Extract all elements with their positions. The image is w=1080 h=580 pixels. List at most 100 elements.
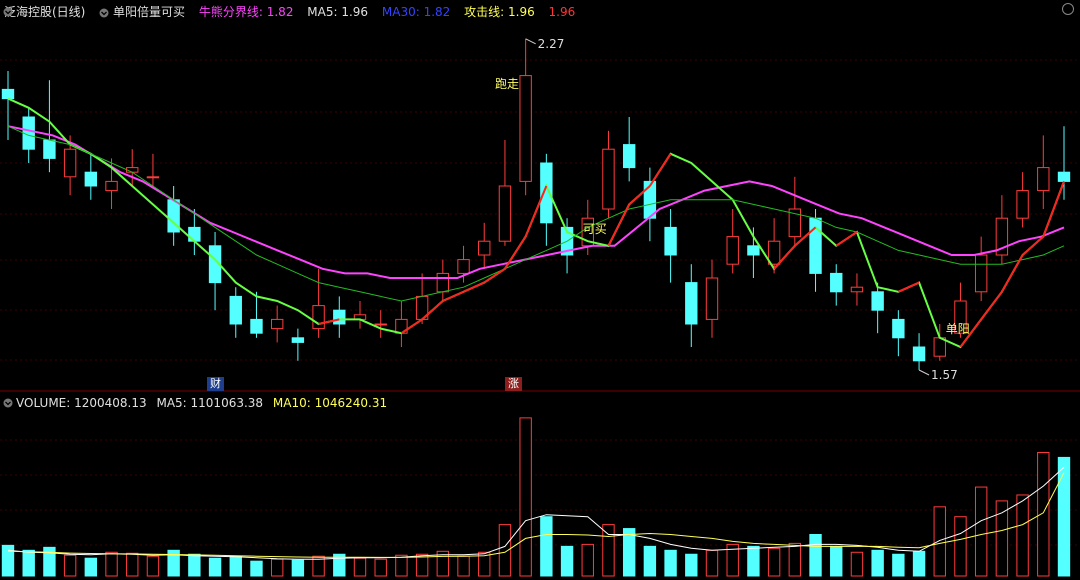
candle-body (1037, 167, 1050, 192)
candle-body (84, 171, 98, 187)
attack-line-segment (835, 231, 858, 247)
volume-bar (457, 555, 470, 577)
signal-buy-label: 可买 (583, 222, 607, 236)
volume-bar (685, 553, 698, 577)
attack-line-segment (980, 291, 1003, 321)
volume-bar (188, 553, 201, 577)
volume-bar (519, 417, 532, 577)
volume-bar (809, 533, 822, 577)
volume-bar (974, 486, 988, 577)
candle-body (105, 180, 118, 192)
candle-body (850, 286, 864, 293)
volume-bar (1057, 456, 1071, 577)
candle-body (374, 323, 387, 326)
volume-bar (250, 560, 263, 577)
volume-bar (830, 545, 843, 577)
volume-dropdown-icon[interactable] (3, 398, 13, 408)
candle-body (291, 337, 305, 343)
volume-bar (84, 557, 98, 577)
low-pointer (918, 369, 930, 376)
candles-group (1, 38, 1071, 370)
finance-badge[interactable]: 财 (207, 377, 224, 391)
chevron-down-icon[interactable] (3, 7, 13, 17)
candle-body (457, 259, 470, 274)
volume-bar (63, 554, 77, 577)
attack-line-segment (607, 203, 631, 247)
candle-body (498, 185, 512, 242)
attack-line-segment (1001, 254, 1024, 293)
volume-panel-header: VOLUME: 1200408.13 MA5: 1101063.38 MA10:… (0, 394, 1080, 412)
candle-body (250, 318, 263, 334)
grid-lines (0, 59, 1080, 546)
candle-body (1057, 171, 1071, 182)
candle-body (664, 226, 677, 256)
volume-bar (602, 524, 615, 577)
candle-body (622, 144, 636, 169)
volume-bar (395, 554, 408, 577)
candle-body (705, 277, 719, 320)
ma5-label: MA5: 1.96 (307, 5, 369, 19)
candle-body (270, 318, 284, 330)
candle-body (767, 240, 781, 265)
candle-body (63, 148, 77, 178)
signal-single-label: 单阳 (946, 322, 970, 336)
volume-bar (22, 549, 35, 577)
volume-bar (1016, 494, 1029, 577)
candle-body (1, 88, 15, 100)
volume-bar (871, 549, 884, 577)
volume-bar (560, 545, 574, 577)
volume-bar (105, 551, 118, 577)
bull-bear-line-label: 牛熊分界线: 1.82 (198, 5, 294, 19)
volume-bar (146, 555, 160, 577)
volume-bar (767, 547, 781, 577)
volume-bar (705, 549, 719, 577)
indicator-dropdown-icon[interactable] (99, 8, 109, 18)
candle-body (685, 282, 698, 325)
volume-bar (353, 557, 367, 577)
volume-bar (995, 500, 1009, 577)
volume-bar (208, 557, 222, 577)
attack-line-segment (649, 153, 672, 187)
attack-line-segment (483, 267, 506, 284)
volume-bar (498, 524, 512, 577)
candle-body (726, 236, 739, 265)
rise-badge[interactable]: 涨 (505, 377, 522, 391)
volume-bar (892, 553, 905, 577)
volume-bar (270, 558, 284, 577)
attack-line-value: 1.96 (548, 5, 576, 19)
candle-body (830, 272, 843, 293)
candle-body (747, 245, 760, 256)
volume-value-label: VOLUME: 1200408.13 (16, 396, 147, 410)
volume-bar (912, 550, 926, 577)
candle-body (188, 226, 201, 242)
candle-body (1016, 190, 1029, 219)
candle-body (436, 272, 450, 293)
volume-bar (747, 545, 760, 577)
candle-body (519, 75, 532, 182)
volume-bar (581, 543, 594, 577)
stock-name: 泛海控股(日线) (4, 5, 86, 19)
volume-ma5-label: MA5: 1101063.38 (156, 396, 264, 410)
candle-body (229, 295, 242, 325)
stock-chart[interactable]: 2.27 1.57 跑走可买单阳 (0, 0, 1080, 580)
settings-icon[interactable] (1062, 3, 1074, 15)
volume-bar (1037, 451, 1050, 577)
price-panel-header: 泛海控股(日线) 单阳倍量可买 牛熊分界线: 1.82 MA5: 1.96 MA… (0, 3, 1080, 21)
volume-bar (374, 558, 387, 577)
candle-body (146, 176, 160, 179)
volume-bar (643, 545, 657, 577)
low-price-label: 1.57 (931, 368, 958, 382)
volume-bar (1, 544, 15, 577)
volume-bar (664, 549, 677, 577)
volume-bar (126, 552, 139, 577)
high-pointer (525, 38, 536, 45)
candle-body (43, 139, 56, 159)
candle-body (478, 240, 491, 256)
candle-body (892, 318, 905, 339)
candle-body (912, 346, 926, 362)
volume-bar (540, 516, 553, 577)
volume-bar (229, 555, 242, 577)
candle-body (312, 305, 325, 330)
volume-bars-group (1, 417, 1071, 577)
attack-line-segment (463, 281, 485, 293)
